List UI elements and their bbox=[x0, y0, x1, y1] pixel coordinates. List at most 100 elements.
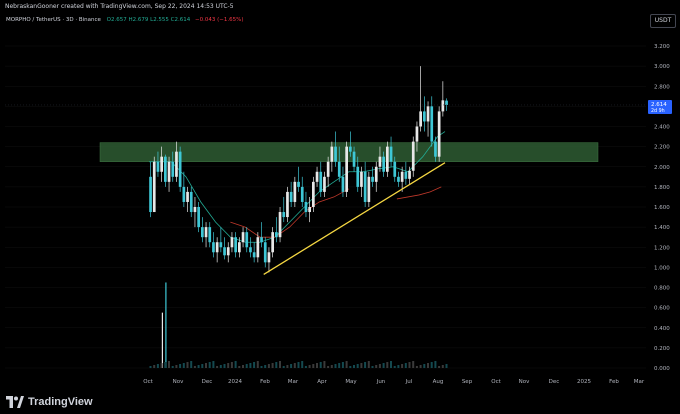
time-tick-label: Nov bbox=[519, 379, 530, 385]
candle bbox=[397, 171, 400, 187]
time-tick-label: Sep bbox=[462, 379, 473, 385]
price-tick-label: 1.400 bbox=[654, 225, 670, 231]
candle-body bbox=[182, 186, 186, 202]
candle bbox=[426, 101, 430, 137]
volume-spike-bar bbox=[165, 282, 167, 368]
current-price-countdown: 2d 9h bbox=[651, 108, 665, 114]
candle-body bbox=[164, 156, 167, 182]
candle bbox=[223, 237, 226, 260]
tradingview-logo[interactable]: TradingView bbox=[6, 396, 93, 408]
candle-body bbox=[386, 146, 389, 172]
time-tick-label: Feb bbox=[260, 379, 270, 385]
candle-body bbox=[212, 242, 215, 253]
volume-bar bbox=[190, 361, 193, 368]
price-tick-label: 1.000 bbox=[654, 265, 670, 271]
candle bbox=[201, 217, 204, 243]
candle-body bbox=[238, 242, 241, 253]
candle-body bbox=[223, 247, 226, 256]
candle-body bbox=[445, 100, 448, 105]
volume-bar bbox=[364, 362, 367, 368]
trendline-layer bbox=[263, 162, 446, 275]
candle bbox=[263, 237, 267, 268]
candle-body bbox=[315, 171, 319, 182]
volume-bar bbox=[216, 366, 219, 368]
volume-bar bbox=[401, 364, 404, 368]
volume-bar bbox=[308, 365, 311, 368]
candle-body bbox=[189, 191, 193, 213]
candle-body bbox=[349, 146, 352, 152]
candle bbox=[249, 237, 252, 258]
candle-body bbox=[360, 171, 363, 187]
volume-bar bbox=[286, 365, 289, 368]
time-tick-label: Jul bbox=[405, 379, 413, 385]
candle bbox=[182, 171, 186, 207]
price-tick-label: 1.800 bbox=[654, 185, 670, 191]
time-tick-label: Oct bbox=[143, 379, 153, 385]
volume-bar bbox=[356, 364, 359, 368]
candle-body bbox=[245, 232, 249, 248]
volume-bar bbox=[279, 361, 281, 368]
candle bbox=[245, 227, 249, 253]
volume-bar bbox=[212, 361, 215, 368]
volume-bar bbox=[330, 365, 333, 368]
candle bbox=[360, 166, 363, 197]
candles-layer bbox=[149, 66, 448, 273]
volume-bar bbox=[168, 361, 170, 368]
candle-body bbox=[234, 237, 237, 253]
price-axis-bg bbox=[646, 30, 680, 372]
candle bbox=[164, 154, 167, 187]
candle-body bbox=[352, 151, 356, 167]
volume-bar bbox=[390, 361, 392, 368]
chart-canvas[interactable]: 3.2003.0002.8002.6002.4002.2002.0001.800… bbox=[0, 0, 680, 392]
candle bbox=[374, 161, 378, 192]
candle-body bbox=[371, 176, 374, 182]
candle-body bbox=[319, 171, 323, 192]
volume-bar bbox=[371, 366, 374, 368]
brand-name: TradingView bbox=[28, 396, 93, 408]
time-tick-label: May bbox=[345, 379, 357, 385]
candle-body bbox=[271, 232, 274, 253]
candle-body bbox=[215, 242, 219, 253]
candle bbox=[315, 166, 319, 187]
volume-bar bbox=[393, 366, 396, 368]
volume-bar bbox=[164, 362, 167, 368]
volume-layer bbox=[149, 282, 448, 368]
price-tick-label: 2.800 bbox=[654, 84, 670, 90]
volume-bar bbox=[161, 312, 163, 368]
candle bbox=[386, 141, 389, 177]
candle bbox=[293, 176, 297, 207]
volume-bar bbox=[179, 364, 182, 368]
candle bbox=[411, 136, 415, 177]
price-tick-label: 1.600 bbox=[654, 205, 670, 211]
candle bbox=[389, 136, 393, 167]
volume-bar bbox=[319, 362, 322, 368]
candle-body bbox=[249, 247, 252, 253]
volume-bar bbox=[234, 361, 237, 368]
candle bbox=[289, 181, 293, 207]
candle bbox=[193, 196, 197, 228]
price-tick-label: 2.400 bbox=[654, 125, 670, 131]
candle-body bbox=[356, 166, 360, 187]
candle bbox=[334, 131, 337, 167]
price-tick-label: 0.200 bbox=[654, 346, 670, 352]
time-tick-label: Apr bbox=[317, 379, 327, 385]
candle-body bbox=[337, 161, 341, 177]
volume-bar bbox=[423, 364, 426, 368]
volume-bar bbox=[267, 364, 270, 368]
candle bbox=[345, 141, 348, 197]
candle-body bbox=[289, 191, 293, 202]
candle-body bbox=[197, 207, 200, 228]
candle-body bbox=[278, 212, 282, 238]
volume-bar bbox=[290, 364, 293, 368]
time-tick-label: 2024 bbox=[228, 379, 242, 385]
volume-bar bbox=[260, 366, 263, 368]
candle-body bbox=[263, 242, 267, 263]
volume-bar bbox=[323, 361, 326, 368]
price-tick-label: 2.000 bbox=[654, 165, 670, 171]
volume-bar bbox=[438, 366, 441, 368]
volume-bar bbox=[441, 365, 444, 368]
candle-body bbox=[282, 212, 286, 218]
candle bbox=[186, 186, 189, 213]
candle bbox=[419, 66, 422, 132]
volume-bar bbox=[341, 362, 344, 368]
